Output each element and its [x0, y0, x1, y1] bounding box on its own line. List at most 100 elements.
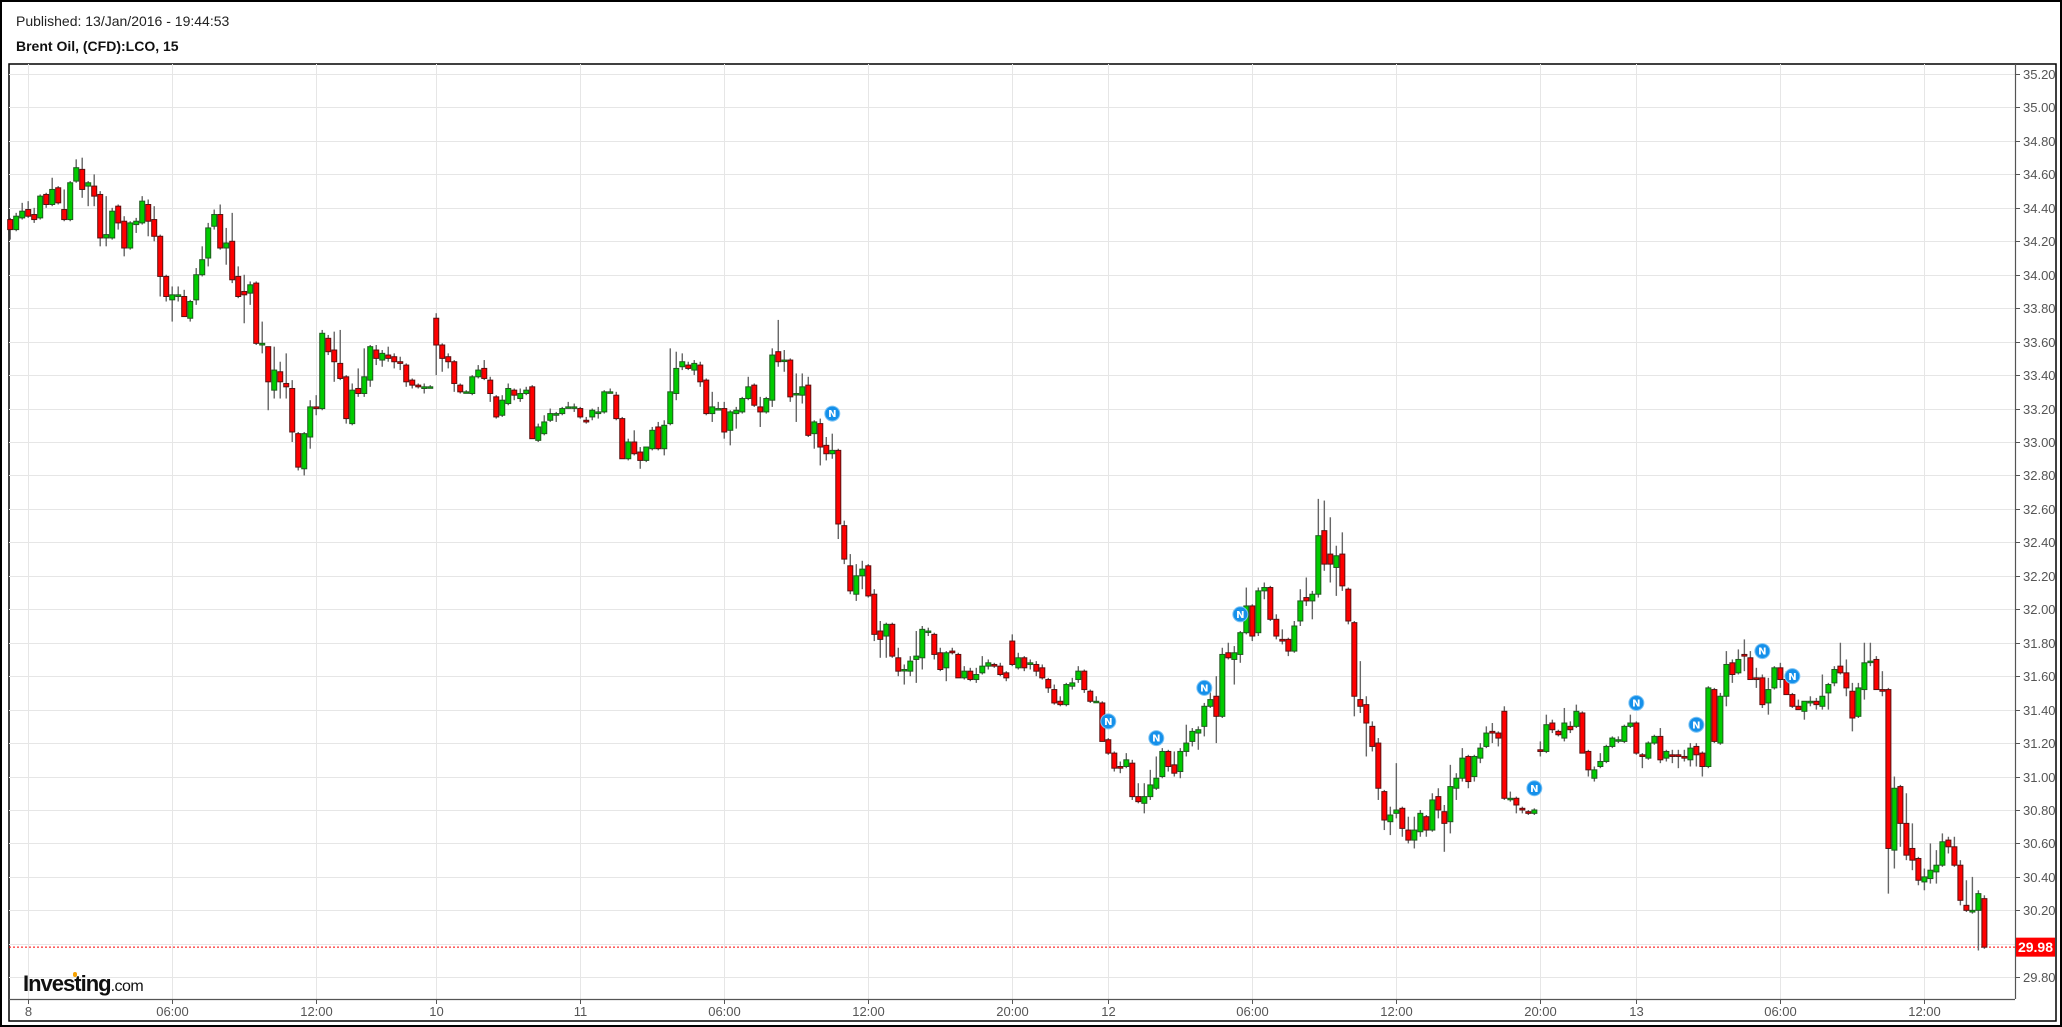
candle[interactable] [451, 360, 458, 392]
candle[interactable] [883, 622, 890, 658]
candle[interactable] [1933, 850, 1940, 884]
candle[interactable] [1075, 666, 1082, 683]
candle[interactable] [403, 363, 410, 387]
candle[interactable] [73, 159, 80, 183]
candle[interactable] [1771, 666, 1778, 690]
candle[interactable] [1861, 642, 1868, 700]
candle[interactable] [247, 281, 254, 305]
candle[interactable] [1543, 714, 1550, 754]
news-marker[interactable]: N [1526, 780, 1543, 797]
candle[interactable] [457, 383, 464, 394]
candle[interactable] [343, 375, 350, 424]
candle[interactable] [37, 194, 44, 220]
candle[interactable] [487, 376, 494, 402]
candle[interactable] [1369, 721, 1376, 752]
candle[interactable] [1675, 749, 1682, 769]
candle[interactable] [253, 281, 260, 346]
candle[interactable] [1879, 671, 1886, 697]
candle[interactable] [853, 564, 860, 601]
candle[interactable] [985, 659, 992, 670]
candle[interactable] [889, 622, 896, 658]
candle[interactable] [151, 206, 158, 242]
candle[interactable] [1027, 659, 1034, 670]
candle[interactable] [559, 406, 566, 416]
candle[interactable] [1459, 748, 1466, 782]
candle[interactable] [1051, 684, 1058, 705]
candle[interactable] [1045, 677, 1052, 693]
candle[interactable] [103, 196, 110, 247]
candle[interactable] [445, 353, 452, 369]
candle[interactable] [1915, 856, 1922, 886]
candle[interactable] [1285, 637, 1292, 657]
candle[interactable] [1105, 738, 1112, 755]
candle[interactable] [1423, 815, 1430, 837]
candle[interactable] [1609, 736, 1616, 749]
candle[interactable] [1801, 700, 1808, 720]
candle[interactable] [91, 174, 98, 207]
candle[interactable] [1303, 577, 1310, 606]
candle[interactable] [145, 199, 152, 237]
candle[interactable] [1375, 738, 1382, 800]
candle[interactable] [1567, 721, 1574, 734]
candle[interactable] [1573, 704, 1580, 729]
candle[interactable] [541, 415, 548, 436]
candle[interactable] [1297, 589, 1304, 627]
candle[interactable] [1765, 677, 1772, 715]
candle[interactable] [1693, 743, 1700, 767]
candle[interactable] [415, 383, 422, 389]
candle[interactable] [79, 157, 86, 198]
candle[interactable] [1669, 749, 1676, 764]
candle[interactable] [1687, 743, 1694, 767]
candle[interactable] [1399, 806, 1406, 837]
candle[interactable] [205, 222, 212, 267]
candle[interactable] [397, 356, 404, 371]
candle[interactable] [1003, 671, 1010, 682]
candle[interactable] [1159, 748, 1166, 779]
candle[interactable] [547, 408, 554, 422]
candle[interactable] [355, 368, 362, 397]
candle[interactable] [433, 313, 440, 376]
news-marker[interactable]: N [1100, 713, 1117, 730]
candle[interactable] [1219, 647, 1226, 718]
news-marker[interactable]: N [1232, 606, 1249, 623]
candle[interactable] [601, 390, 608, 414]
candle[interactable] [349, 383, 356, 426]
candle[interactable] [1327, 517, 1334, 583]
candle[interactable] [1981, 895, 1988, 949]
candle[interactable] [709, 391, 716, 422]
candle[interactable] [1129, 759, 1136, 800]
candle[interactable] [187, 299, 194, 322]
candle[interactable] [55, 186, 62, 205]
candle[interactable] [865, 564, 872, 598]
candle[interactable] [1171, 751, 1178, 777]
candle[interactable] [469, 375, 476, 396]
candle[interactable] [895, 647, 902, 677]
candle[interactable] [1147, 769, 1154, 800]
candle[interactable] [1081, 669, 1088, 693]
candle[interactable] [1945, 836, 1952, 854]
candle[interactable] [1261, 582, 1268, 600]
candle[interactable] [211, 209, 218, 230]
candle[interactable] [1639, 753, 1646, 769]
candle[interactable] [1393, 763, 1400, 819]
candle[interactable] [379, 350, 386, 367]
candle[interactable] [781, 350, 788, 372]
candle[interactable] [1795, 699, 1802, 711]
candle[interactable] [523, 386, 530, 396]
candle[interactable] [973, 667, 980, 683]
candle[interactable] [859, 560, 866, 590]
candle[interactable] [391, 353, 398, 369]
candle[interactable] [1351, 620, 1358, 717]
candle[interactable] [529, 385, 536, 440]
candle[interactable] [1441, 804, 1448, 852]
candle[interactable] [835, 448, 842, 540]
candle[interactable] [1195, 726, 1202, 750]
candle[interactable] [337, 329, 344, 381]
candle[interactable] [409, 378, 416, 389]
candle[interactable] [499, 395, 506, 417]
candle[interactable] [919, 626, 926, 670]
candle[interactable] [1717, 692, 1724, 745]
candle[interactable] [715, 401, 722, 411]
candle[interactable] [1087, 689, 1094, 703]
candle[interactable] [373, 345, 380, 366]
